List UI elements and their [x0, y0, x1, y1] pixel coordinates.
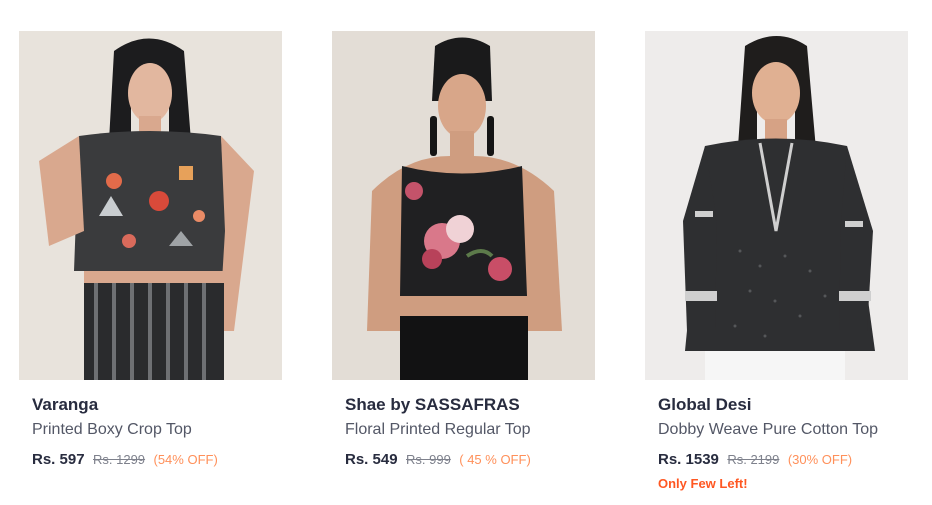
product-brand: Varanga [32, 395, 99, 414]
product-name: Dobby Weave Pure Cotton Top [658, 421, 878, 438]
product-image[interactable] [19, 31, 282, 380]
price-row: Rs. 1539 Rs. 2199 (30% OFF) [658, 450, 908, 470]
product-info: Shae by SASSAFRAS Floral Printed Regular… [332, 380, 595, 470]
product-brand: Shae by SASSAFRAS [345, 395, 520, 414]
product-price: Rs. 549 [345, 451, 398, 468]
product-card[interactable]: Global Desi Dobby Weave Pure Cotton Top … [645, 31, 908, 492]
product-image[interactable] [645, 31, 908, 380]
product-price: Rs. 1539 [658, 451, 719, 468]
product-name: Printed Boxy Crop Top [32, 421, 192, 438]
product-brand: Global Desi [658, 395, 752, 414]
product-discount: ( 45 % OFF) [459, 452, 531, 467]
product-image[interactable] [332, 31, 595, 380]
product-grid: Varanga Printed Boxy Crop Top Rs. 597 Rs… [0, 0, 932, 505]
product-photo-illustration [19, 31, 282, 380]
product-mrp: Rs. 2199 [727, 452, 780, 467]
product-photo-illustration [645, 31, 908, 380]
product-info: Global Desi Dobby Weave Pure Cotton Top … [645, 380, 908, 492]
product-card[interactable]: Shae by SASSAFRAS Floral Printed Regular… [332, 31, 595, 470]
product-discount: (30% OFF) [787, 452, 853, 467]
product-name: Floral Printed Regular Top [345, 421, 531, 438]
product-price: Rs. 597 [32, 451, 85, 468]
product-card[interactable]: Varanga Printed Boxy Crop Top Rs. 597 Rs… [19, 31, 282, 470]
product-mrp: Rs. 999 [406, 452, 451, 467]
product-info: Varanga Printed Boxy Crop Top Rs. 597 Rs… [19, 380, 282, 470]
product-discount: (54% OFF) [153, 452, 218, 467]
price-row: Rs. 597 Rs. 1299 (54% OFF) [32, 450, 282, 470]
price-row: Rs. 549 Rs. 999 ( 45 % OFF) [345, 450, 595, 470]
stock-warning: Only Few Left! [658, 476, 748, 491]
product-mrp: Rs. 1299 [93, 452, 146, 467]
product-photo-illustration [332, 31, 595, 380]
